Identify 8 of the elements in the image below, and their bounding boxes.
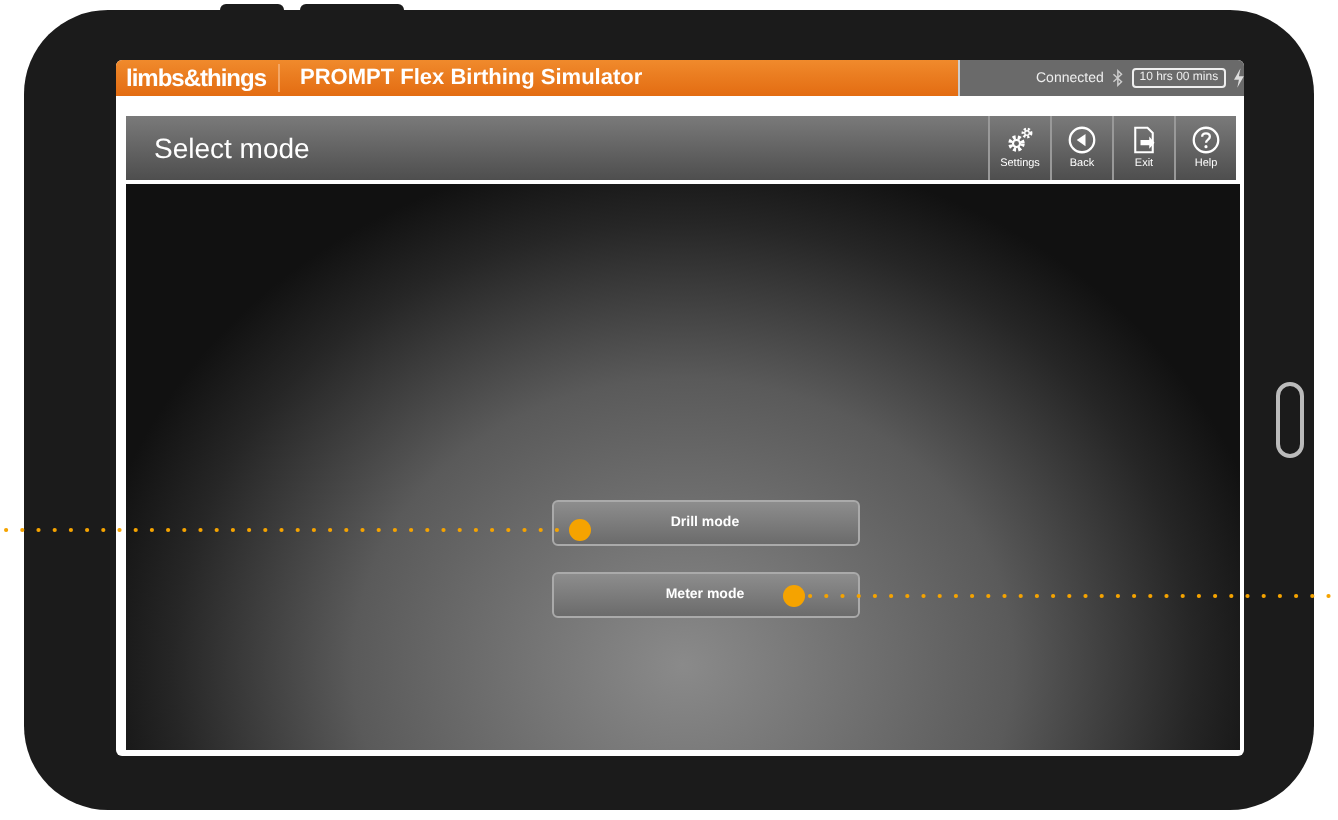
help-icon [1192, 126, 1220, 154]
page-title: Select mode [154, 132, 310, 164]
app-title: PROMPT Flex Birthing Simulator [300, 66, 643, 90]
bluetooth-icon [1111, 68, 1124, 88]
logo: limbs&things [126, 64, 281, 92]
lightning-icon [1234, 68, 1244, 88]
gears-icon [1006, 126, 1034, 154]
exit-document-icon [1130, 126, 1158, 154]
